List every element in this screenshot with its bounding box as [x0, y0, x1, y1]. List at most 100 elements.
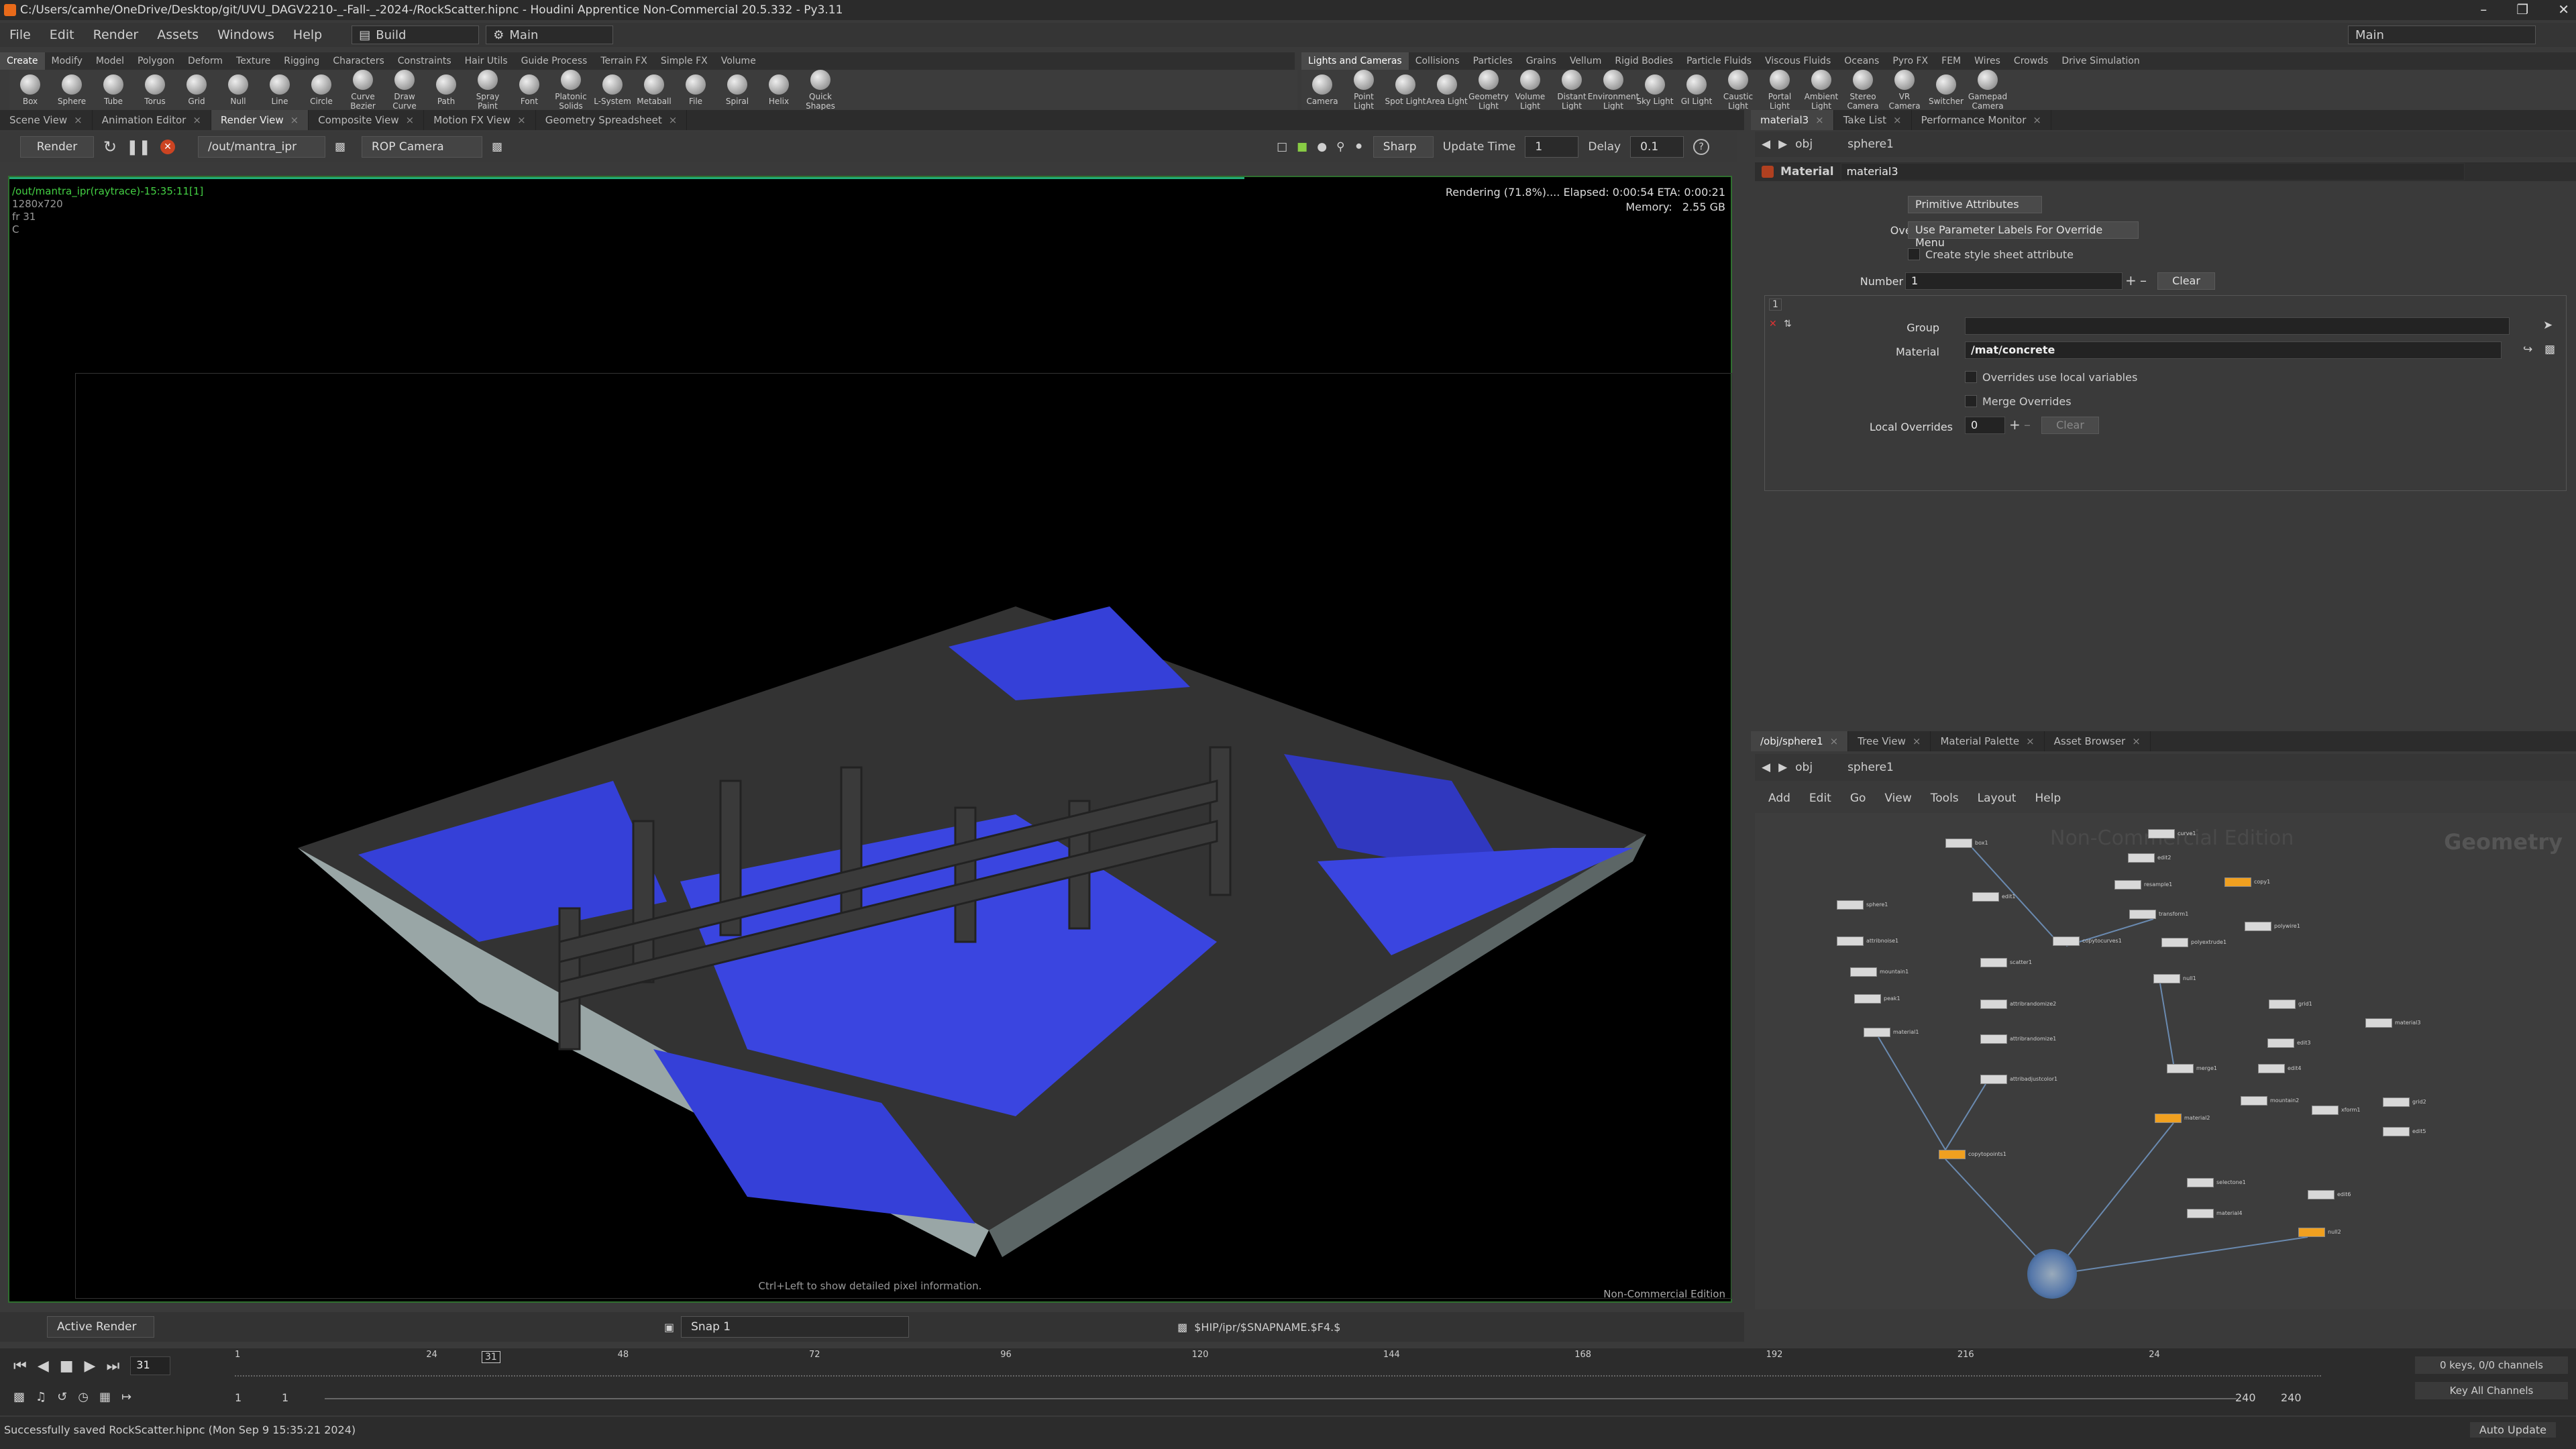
- shelf-tab-viscous-fluids[interactable]: Viscous Fluids: [1758, 52, 1837, 70]
- shelf-tab-oceans[interactable]: Oceans: [1837, 52, 1886, 70]
- play-icon[interactable]: ▶: [85, 1358, 96, 1375]
- node-scatter1[interactable]: [1980, 958, 2007, 967]
- tab-motion-fx-view[interactable]: Motion FX View ×: [424, 110, 536, 130]
- shelf-tool-tube[interactable]: Tube: [93, 74, 134, 106]
- tab-animation-editor[interactable]: Animation Editor ×: [93, 110, 211, 130]
- node-material4[interactable]: [2187, 1209, 2214, 1218]
- menu-item-file[interactable]: File: [0, 28, 40, 42]
- shelf-tool-curve-bezier[interactable]: Curve Bezier: [342, 69, 384, 111]
- shelf-tool-gi-light[interactable]: GI Light: [1676, 74, 1717, 106]
- tab-geometry-spreadsheet[interactable]: Geometry Spreadsheet ×: [536, 110, 688, 130]
- shelf-tab-texture[interactable]: Texture: [229, 52, 277, 70]
- refresh-icon[interactable]: ↻: [103, 138, 117, 156]
- insert-instance-icon[interactable]: ⇅: [1784, 319, 1792, 329]
- net-obj-crumb[interactable]: obj: [1795, 761, 1813, 774]
- node-polyextrude1[interactable]: [2161, 938, 2188, 947]
- shelf-tool-environment-light[interactable]: Environment Light: [1588, 69, 1639, 111]
- shelf-tab-pyro-fx[interactable]: Pyro FX: [1886, 52, 1935, 70]
- pause-icon[interactable]: ❚❚: [126, 139, 151, 156]
- tab-close-icon[interactable]: ×: [193, 114, 201, 126]
- add-override-icon[interactable]: +: [2009, 417, 2021, 433]
- node-grid1[interactable]: [2269, 1000, 2296, 1009]
- desktop-selector[interactable]: ▤ Build: [352, 25, 480, 44]
- shelf-tab-collisions[interactable]: Collisions: [1409, 52, 1466, 70]
- range-start-field[interactable]: 1: [282, 1391, 288, 1404]
- shelf-tool-grid[interactable]: Grid: [176, 74, 217, 106]
- light-icon[interactable]: ●: [1317, 140, 1327, 154]
- shelf-tool-line[interactable]: Line: [259, 74, 301, 106]
- node-peak1[interactable]: [1854, 994, 1881, 1004]
- net-menu-go[interactable]: Go: [1841, 792, 1876, 805]
- tab-close-icon[interactable]: ×: [2033, 114, 2041, 126]
- group-select-icon[interactable]: ➤: [2543, 319, 2553, 332]
- material-path-field[interactable]: /mat/concrete: [1965, 341, 2502, 359]
- tab-material-palette[interactable]: Material Palette ×: [1931, 731, 2045, 751]
- restore-icon[interactable]: ❐: [2516, 1, 2528, 17]
- shelf-tool-vr-camera[interactable]: VR Camera: [1884, 69, 1925, 111]
- minimize-icon[interactable]: –: [2480, 1, 2487, 17]
- realtime-icon[interactable]: ▩: [13, 1390, 25, 1404]
- net-menu-layout[interactable]: Layout: [1968, 792, 2026, 805]
- tab-close-icon[interactable]: ×: [2026, 735, 2035, 747]
- net-menu-add[interactable]: Add: [1759, 792, 1800, 805]
- range-bar[interactable]: [325, 1398, 2237, 1399]
- tab-close-icon[interactable]: ×: [406, 114, 415, 126]
- node-material1[interactable]: [1864, 1028, 1890, 1037]
- node-material2[interactable]: [2155, 1114, 2182, 1123]
- node-box1[interactable]: [1945, 839, 1972, 848]
- material-chooser-icon[interactable]: ▩: [2544, 343, 2555, 356]
- first-frame-icon[interactable]: ⏮: [13, 1358, 27, 1375]
- shelf-tool-volume-light[interactable]: Volume Light: [1509, 69, 1551, 111]
- group-field[interactable]: [1965, 317, 2510, 335]
- node-transform1[interactable]: [2129, 910, 2156, 919]
- shelf-tab-constraints[interactable]: Constraints: [391, 52, 458, 70]
- camera-menu-icon[interactable]: ▩: [492, 140, 502, 154]
- shelf-tool-geometry-light[interactable]: Geometry Light: [1468, 69, 1509, 111]
- node-mountain1[interactable]: [1850, 967, 1877, 977]
- tab-close-icon[interactable]: ×: [1830, 735, 1839, 747]
- auto-update-selector[interactable]: Auto Update: [2469, 1422, 2556, 1438]
- delay-field[interactable]: 0.1: [1630, 136, 1684, 158]
- render-viewport[interactable]: /out/mantra_ipr(raytrace)-15:35:11[1] 12…: [8, 176, 1732, 1303]
- node-copytocurves1[interactable]: [2053, 936, 2080, 946]
- tab-close-icon[interactable]: ×: [1815, 114, 1824, 126]
- tab-close-icon[interactable]: ×: [669, 114, 678, 126]
- shelf-tab-particle-fluids[interactable]: Particle Fluids: [1680, 52, 1758, 70]
- camera-selector[interactable]: ROP Camera: [362, 136, 483, 158]
- shelf-tool-spot-light[interactable]: Spot Light: [1385, 74, 1426, 106]
- menu-item-help[interactable]: Help: [284, 28, 331, 42]
- loop-icon[interactable]: ↺: [57, 1390, 67, 1404]
- node-sphere1[interactable]: [1837, 900, 1864, 910]
- zoom-icon[interactable]: ⚲: [1336, 140, 1344, 154]
- shelf-tool-caustic-light[interactable]: Caustic Light: [1717, 69, 1759, 111]
- node-null2[interactable]: [2298, 1228, 2325, 1237]
- tab-composite-view[interactable]: Composite View ×: [309, 110, 425, 130]
- time-slider[interactable]: [235, 1366, 2321, 1377]
- context-selector[interactable]: ⚙ Main: [486, 25, 614, 44]
- shelf-tool-spiral[interactable]: Spiral: [716, 74, 758, 106]
- tab--obj-sphere1[interactable]: /obj/sphere1 ×: [1751, 731, 1849, 751]
- remove-material-icon[interactable]: –: [2140, 272, 2147, 288]
- shelf-tab-lights-and-cameras[interactable]: Lights and Cameras: [1301, 52, 1409, 70]
- shelf-tool-platonic-solids[interactable]: Platonic Solids: [550, 69, 592, 111]
- shelf-tab-polygon[interactable]: Polygon: [131, 52, 181, 70]
- local-overrides-field[interactable]: 0: [1965, 417, 2005, 434]
- shelf-tab-simple-fx[interactable]: Simple FX: [654, 52, 714, 70]
- shelf-tab-modify[interactable]: Modify: [45, 52, 89, 70]
- menu-item-render[interactable]: Render: [84, 28, 148, 42]
- current-frame-field[interactable]: 31: [130, 1356, 171, 1375]
- shelf-tool-helix[interactable]: Helix: [758, 74, 800, 106]
- node-attribrandomize1[interactable]: [1980, 1034, 2007, 1044]
- shelf-tool-torus[interactable]: Torus: [134, 74, 176, 106]
- net-forward-icon[interactable]: ▶: [1778, 761, 1787, 774]
- right-desktop-selector[interactable]: Main: [2348, 25, 2536, 44]
- tab-close-icon[interactable]: ×: [517, 114, 526, 126]
- frame-marker[interactable]: 31: [482, 1351, 500, 1363]
- shelf-tab-guide-process[interactable]: Guide Process: [515, 52, 594, 70]
- play-back-icon[interactable]: ◀: [38, 1358, 49, 1375]
- shelf-tab-rigid-bodies[interactable]: Rigid Bodies: [1608, 52, 1680, 70]
- node-merge1[interactable]: [2167, 1064, 2194, 1073]
- key-all-selector[interactable]: Key All Channels: [2415, 1382, 2568, 1399]
- active-render-selector[interactable]: Active Render: [47, 1316, 154, 1338]
- obj-crumb[interactable]: obj: [1795, 138, 1813, 151]
